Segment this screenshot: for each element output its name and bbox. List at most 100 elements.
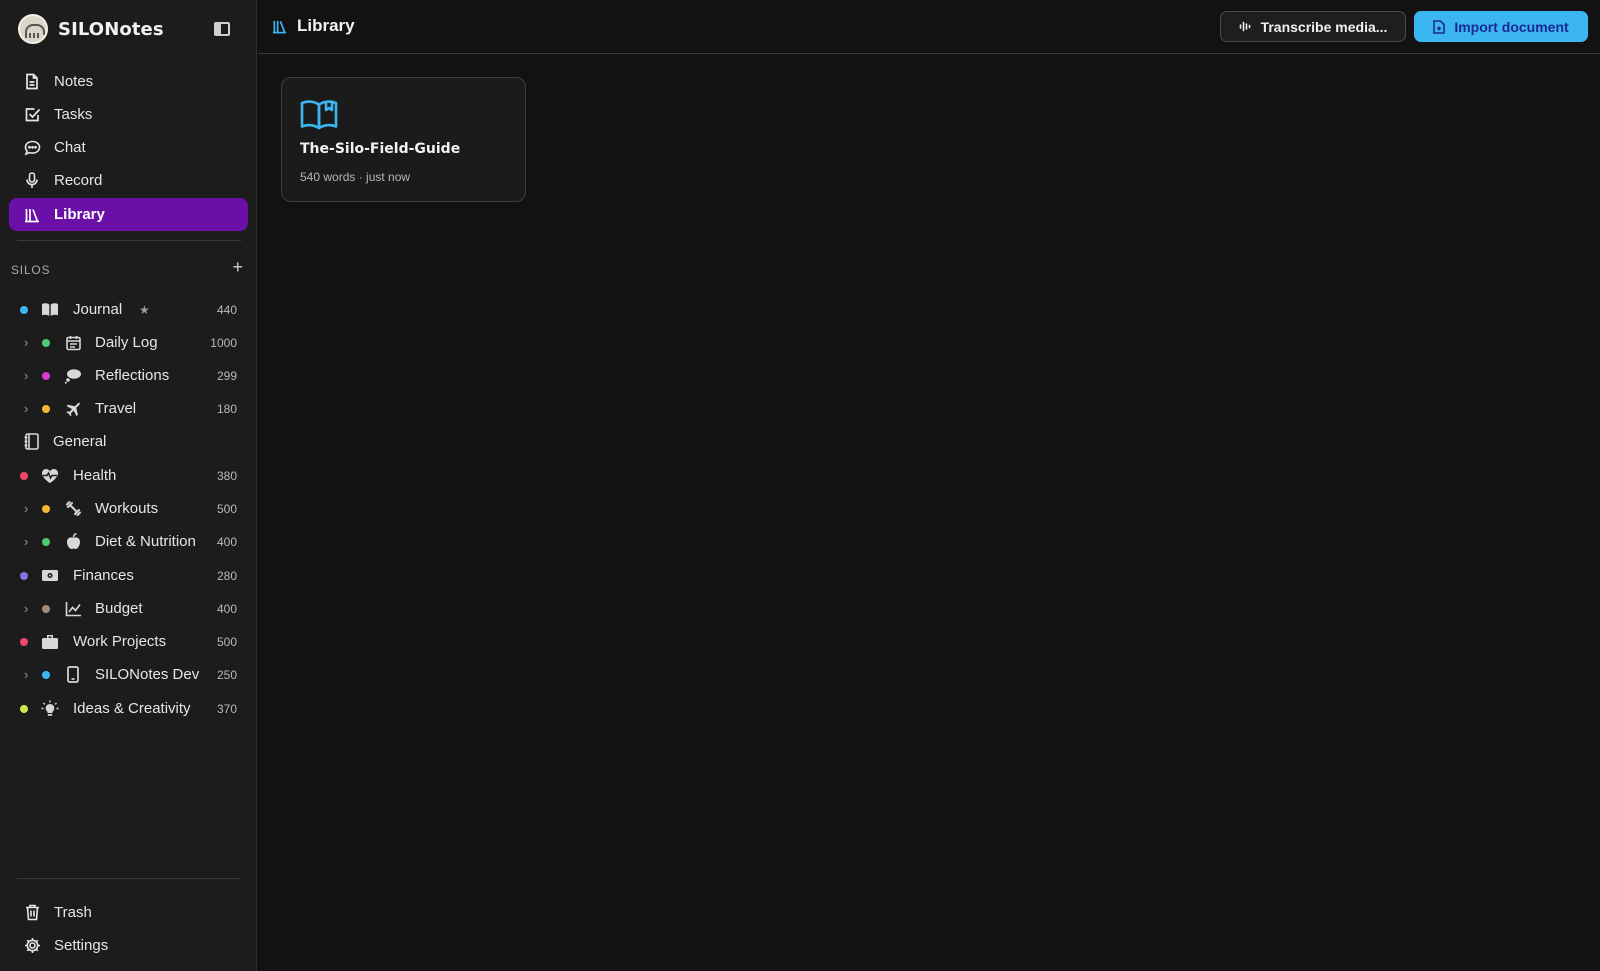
- silo-travel[interactable]: › Travel 180: [0, 392, 250, 425]
- silo-count: 400: [216, 601, 237, 616]
- chevron-right-icon[interactable]: ›: [24, 335, 28, 350]
- silo-work-projects[interactable]: Work Projects 500: [0, 625, 250, 658]
- silo-silonotes-dev[interactable]: › SILONotes Dev 250: [0, 658, 250, 691]
- silos-label: SILOS: [11, 263, 51, 277]
- silo-color-dot: [42, 670, 50, 679]
- nav-item-trash[interactable]: Trash: [9, 896, 248, 929]
- silo-color-dot: [42, 404, 50, 413]
- silo-name: Budget: [95, 600, 143, 617]
- nav-label: Record: [54, 172, 103, 189]
- document-card[interactable]: The-Silo-Field-Guide 540 words · just no…: [281, 77, 526, 202]
- silo-count: 250: [216, 667, 237, 682]
- nav-item-library[interactable]: Library: [9, 198, 248, 231]
- silo-color-dot: [42, 504, 50, 513]
- silo-color-dot: [42, 537, 50, 546]
- nav-label: Notes: [54, 73, 94, 90]
- silo-reflections[interactable]: › Reflections 299: [0, 359, 250, 392]
- silo-count: 370: [216, 701, 237, 716]
- nav-item-settings[interactable]: Settings: [9, 929, 248, 962]
- chevron-right-icon[interactable]: ›: [24, 501, 28, 516]
- chevron-right-icon[interactable]: ›: [24, 534, 28, 549]
- top-bar: Library Transcribe media... Import docum…: [258, 0, 1600, 54]
- silo-general[interactable]: General: [0, 425, 250, 458]
- silo-name: Work Projects: [73, 633, 167, 650]
- chevron-right-icon[interactable]: ›: [24, 667, 28, 682]
- silo-count: 500: [216, 501, 237, 516]
- apple-icon: [64, 533, 82, 551]
- silo-color-dot: [20, 305, 28, 314]
- silo-name: General: [53, 433, 107, 450]
- file-plus-icon: [1433, 19, 1446, 34]
- page-title-text: Library: [297, 16, 355, 35]
- app-name: SILONotes: [58, 18, 164, 40]
- library-icon: [23, 206, 41, 224]
- silo-count: 1000: [210, 335, 237, 350]
- silo-color-dot: [20, 704, 28, 713]
- silo-health[interactable]: Health 380: [0, 459, 250, 492]
- microphone-icon: [23, 172, 41, 190]
- file-text-icon: [23, 73, 41, 91]
- silo-count: 440: [216, 302, 237, 317]
- silo-color-dot: [20, 637, 28, 646]
- nav-item-record[interactable]: Record: [9, 164, 248, 197]
- lightbulb-icon: [41, 700, 59, 718]
- nav-label: Tasks: [54, 106, 93, 123]
- notebook-icon: [22, 433, 40, 451]
- book-open-icon: [41, 301, 59, 319]
- waveform-icon: [1239, 20, 1252, 33]
- silo-color-dot: [20, 571, 28, 580]
- nav-item-chat[interactable]: Chat: [9, 131, 248, 164]
- silo-name: Ideas & Creativity: [73, 700, 191, 717]
- nav-item-tasks[interactable]: Tasks: [9, 98, 248, 131]
- checkbox-icon: [23, 106, 41, 124]
- nav-item-notes[interactable]: Notes: [9, 65, 248, 98]
- transcribe-media-button[interactable]: Transcribe media...: [1220, 11, 1406, 42]
- silo-budget[interactable]: › Budget 400: [0, 592, 250, 625]
- silo-finances[interactable]: Finances 280: [0, 559, 250, 592]
- silo-ideas-creativity[interactable]: Ideas & Creativity 370: [0, 692, 250, 725]
- silo-count: 280: [216, 568, 237, 583]
- document-title: The-Silo-Field-Guide: [300, 141, 461, 157]
- app-logo: [18, 14, 48, 44]
- nav-label: Settings: [54, 937, 109, 954]
- silo-name: Health: [73, 467, 117, 484]
- silo-diet-nutrition[interactable]: › Diet & Nutrition 400: [0, 525, 250, 558]
- sidebar: SILONotes Notes Tasks Chat Record Librar…: [0, 0, 257, 971]
- import-document-label: Import document: [1454, 18, 1569, 35]
- silo-journal[interactable]: Journal ★ 440: [0, 293, 250, 326]
- silo-count: 380: [216, 468, 237, 483]
- silo-count: 400: [216, 534, 237, 549]
- transcribe-media-label: Transcribe media...: [1260, 18, 1388, 35]
- silo-color-dot: [42, 604, 50, 613]
- airplane-icon: [64, 400, 82, 418]
- sidebar-divider: [17, 240, 241, 241]
- silo-color-dot: [42, 371, 50, 380]
- silo-daily-log[interactable]: › Daily Log 1000: [0, 326, 250, 359]
- page-title: Library: [272, 16, 355, 36]
- sidebar-collapse-icon[interactable]: [214, 22, 230, 36]
- silo-workouts[interactable]: › Workouts 500: [0, 492, 250, 525]
- silo-name: Finances: [73, 567, 134, 584]
- chevron-right-icon[interactable]: ›: [24, 368, 28, 383]
- briefcase-icon: [41, 633, 59, 651]
- smartphone-icon: [64, 666, 82, 684]
- chat-bubble-icon: [23, 139, 41, 157]
- silo-name: Daily Log: [95, 334, 158, 351]
- chevron-right-icon[interactable]: ›: [24, 401, 28, 416]
- nav-label: Library: [54, 206, 105, 223]
- silo-name: Workouts: [95, 500, 159, 517]
- library-icon: [272, 19, 287, 34]
- import-document-button[interactable]: Import document: [1414, 11, 1588, 42]
- line-chart-icon: [64, 600, 82, 618]
- silos-header: SILOS +: [11, 257, 243, 277]
- silo-name: Journal: [73, 301, 123, 318]
- add-silo-icon[interactable]: +: [232, 257, 243, 277]
- star-icon[interactable]: ★: [139, 303, 150, 317]
- banknote-icon: [41, 567, 59, 585]
- silo-name: Reflections: [95, 367, 170, 384]
- thought-bubble-icon: [64, 367, 82, 385]
- chevron-right-icon[interactable]: ›: [24, 601, 28, 616]
- heart-pulse-icon: [41, 467, 59, 485]
- brand[interactable]: SILONotes: [18, 13, 164, 45]
- silo-count: 500: [216, 634, 237, 649]
